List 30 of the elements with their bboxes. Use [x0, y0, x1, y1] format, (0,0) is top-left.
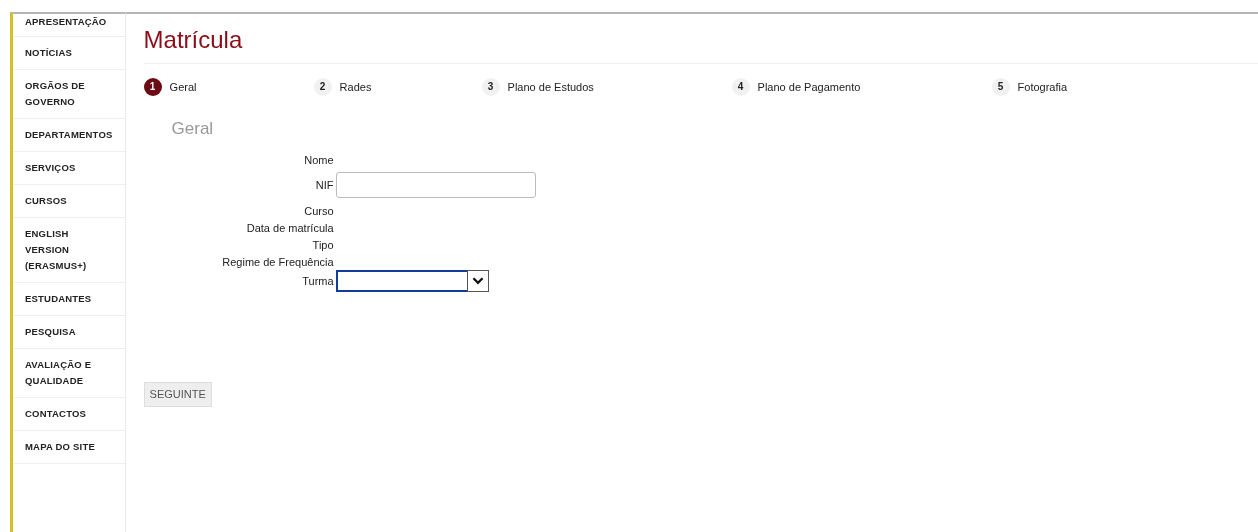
field-label: Regime de Frequência: [221, 254, 334, 270]
sidebar-item[interactable]: ORGÃOS DE GOVERNO: [13, 70, 125, 119]
field-label: Turma: [301, 274, 334, 290]
sidebar-item[interactable]: AVALIAÇÃO E QUALIDADE: [13, 349, 125, 398]
page-title: Matrícula: [143, 26, 1258, 64]
field-label: Nome: [303, 152, 334, 168]
input-field[interactable]: [335, 172, 536, 199]
field-label: Data de matrícula: [245, 220, 334, 236]
sidebar-item[interactable]: CURSOS: [13, 185, 125, 218]
dropdown-field[interactable]: [335, 270, 489, 293]
sidebar-item[interactable]: ESTUDANTES: [13, 283, 125, 316]
sidebar-item[interactable]: SERVIÇOS: [13, 152, 125, 185]
caret-icon: [466, 270, 489, 293]
sidebar-item[interactable]: DEPARTAMENTOS: [13, 119, 125, 152]
sidebar-item[interactable]: ENGLISH VERSION (ERASMUS+): [13, 218, 125, 283]
wizard-step[interactable]: 5 Fotografia: [991, 77, 1258, 96]
sidebar-item[interactable]: PESQUISA: [13, 316, 125, 349]
field-label: Curso: [303, 203, 334, 219]
wizard-step[interactable]: 2 Rades: [313, 77, 482, 96]
field-label: Tipo: [311, 237, 334, 253]
sidebar-item[interactable]: NOTÍCIAS: [13, 37, 125, 70]
sidebar-item[interactable]: MAPA DO SITE: [13, 431, 125, 464]
wizard-step[interactable]: 3 Plano de Estudos: [481, 77, 732, 96]
next-button[interactable]: SEGUINTE: [143, 382, 212, 407]
section-title: Geral: [171, 117, 215, 140]
wizard-step[interactable]: 1 Geral: [143, 77, 314, 96]
field-label: NIF: [314, 178, 334, 194]
wizard-step[interactable]: 4 Plano de Pagamento: [731, 77, 992, 96]
sidebar-item[interactable]: CONTACTOS: [13, 398, 125, 431]
sidebar-item[interactable]: APRESENTAÇÃO: [13, 14, 125, 37]
